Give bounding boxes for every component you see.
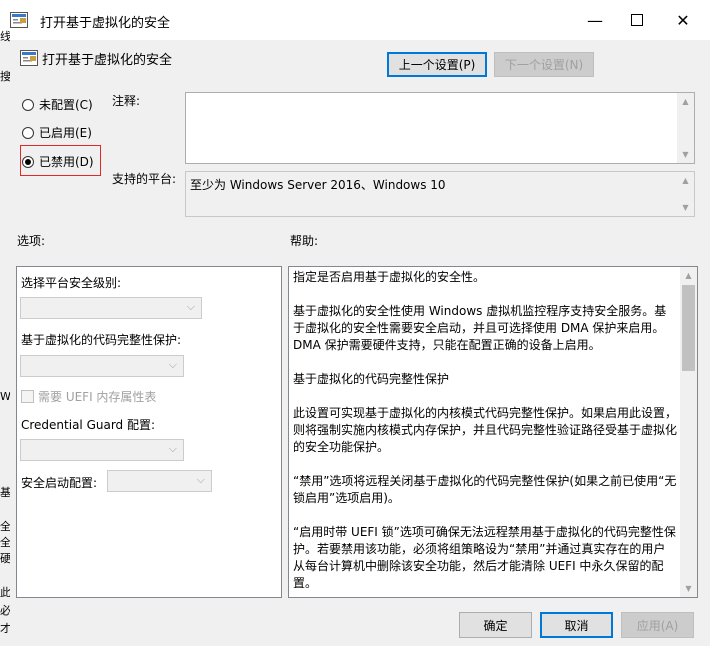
radio-indicator: [22, 98, 34, 111]
window-title: 打开基于虚拟化的安全: [40, 16, 171, 31]
policy-settings-icon: [20, 50, 38, 66]
help-paragraph: “启用时带 UEFI 锁”选项可确保无法远程禁用基于虚拟化的代码完整性保护。若要…: [293, 525, 676, 590]
help-heading: 帮助:: [290, 234, 319, 248]
scroll-down-icon[interactable]: ▼: [677, 199, 694, 216]
help-paragraph: 基于虚拟化的代码完整性保护: [293, 372, 450, 386]
selection-highlight: [20, 145, 101, 176]
options-heading: 选项:: [17, 234, 46, 248]
next-setting-button[interactable]: 下一个设置(N): [494, 52, 594, 77]
edge-text: W: [0, 390, 10, 403]
scroll-up-icon[interactable]: ▲: [677, 93, 694, 110]
edge-text: 此: [0, 586, 10, 599]
scroll-up-icon[interactable]: ▲: [677, 172, 694, 189]
comment-scrollbar[interactable]: ▲ ▼: [677, 93, 694, 163]
edge-text: 搜: [0, 70, 10, 83]
help-paragraph: 指定是否启用基于虚拟化的安全性。: [293, 270, 486, 284]
close-icon: ✕: [676, 10, 690, 30]
help-scrollbar[interactable]: ▲ ▼: [680, 267, 697, 597]
uefi-checkbox-label: 需要 UEFI 内存属性表: [38, 390, 157, 404]
options-panel: 选择平台安全级别: 基于虚拟化的代码完整性保护: 需要 UEFI 内存属性表 C…: [16, 266, 282, 598]
scrollbar-thumb[interactable]: [682, 285, 695, 371]
credential-guard-label: Credential Guard 配置:: [21, 418, 156, 432]
credential-guard-select[interactable]: [20, 439, 184, 461]
previous-setting-button[interactable]: 上一个设置(P): [387, 52, 487, 77]
maximize-button[interactable]: [614, 0, 660, 40]
platform-label: 支持的平台:: [112, 172, 177, 186]
minimize-icon: —: [587, 10, 603, 30]
help-paragraph: 此设置可实现基于虚拟化的内核模式代码完整性保护。如果启用此设置，则将强制实施内核…: [293, 406, 678, 454]
edge-text: 全: [0, 536, 10, 549]
platform-value: 至少为 Windows Server 2016、Windows 10: [190, 178, 446, 192]
policy-title: 打开基于虚拟化的安全: [42, 53, 173, 68]
radio-not-configured[interactable]: 未配置(C): [22, 96, 93, 113]
radio-indicator: [22, 126, 34, 139]
edge-text: 必: [0, 604, 10, 617]
edge-text: 全: [0, 520, 10, 533]
maximize-icon: [631, 14, 643, 26]
help-text: 指定是否启用基于虚拟化的安全性。 基于虚拟化的安全性使用 Windows 虚拟机…: [293, 269, 677, 609]
code-integrity-select[interactable]: [20, 355, 184, 377]
cancel-button[interactable]: 取消: [540, 612, 613, 638]
edge-text: 才: [0, 622, 10, 635]
comment-label: 注释:: [112, 94, 141, 108]
minimize-button[interactable]: —: [572, 0, 618, 40]
help-paragraph: 基于虚拟化的安全性使用 Windows 虚拟机监控程序支持安全服务。基于虚拟化的…: [293, 304, 667, 352]
secure-launch-label: 安全启动配置:: [21, 476, 98, 490]
close-button[interactable]: ✕: [660, 0, 706, 40]
edge-text: 线: [0, 30, 10, 43]
scroll-down-icon[interactable]: ▼: [677, 146, 694, 163]
comment-textarea[interactable]: ▲ ▼: [185, 92, 695, 164]
platform-level-select[interactable]: [20, 297, 202, 319]
radio-label: 已启用(E): [39, 126, 92, 140]
radio-label: 未配置(C): [39, 98, 93, 112]
platform-level-label: 选择平台安全级别:: [21, 276, 122, 290]
radio-enabled[interactable]: 已启用(E): [22, 124, 92, 141]
help-panel: 指定是否启用基于虚拟化的安全性。 基于虚拟化的安全性使用 Windows 虚拟机…: [288, 266, 698, 598]
platform-box: 至少为 Windows Server 2016、Windows 10 ▲ ▼: [185, 171, 695, 217]
apply-button[interactable]: 应用(A): [621, 612, 694, 638]
uefi-checkbox[interactable]: [21, 390, 34, 403]
policy-settings-icon: [10, 12, 28, 28]
scroll-down-icon[interactable]: ▼: [680, 580, 697, 597]
help-paragraph: “禁用”选项将远程关闭基于虚拟化的代码完整性保护(如果之前已使用“无锁启用”选项…: [293, 474, 677, 505]
scroll-up-icon[interactable]: ▲: [680, 267, 697, 284]
secure-launch-select[interactable]: [107, 470, 212, 492]
edge-text: 基: [0, 486, 10, 499]
uefi-checkbox-row[interactable]: 需要 UEFI 内存属性表: [21, 388, 156, 405]
code-integrity-label: 基于虚拟化的代码完整性保护:: [21, 333, 182, 347]
ok-button[interactable]: 确定: [459, 612, 532, 638]
edge-text: 硬: [0, 552, 10, 565]
platform-scrollbar[interactable]: ▲ ▼: [677, 172, 694, 216]
